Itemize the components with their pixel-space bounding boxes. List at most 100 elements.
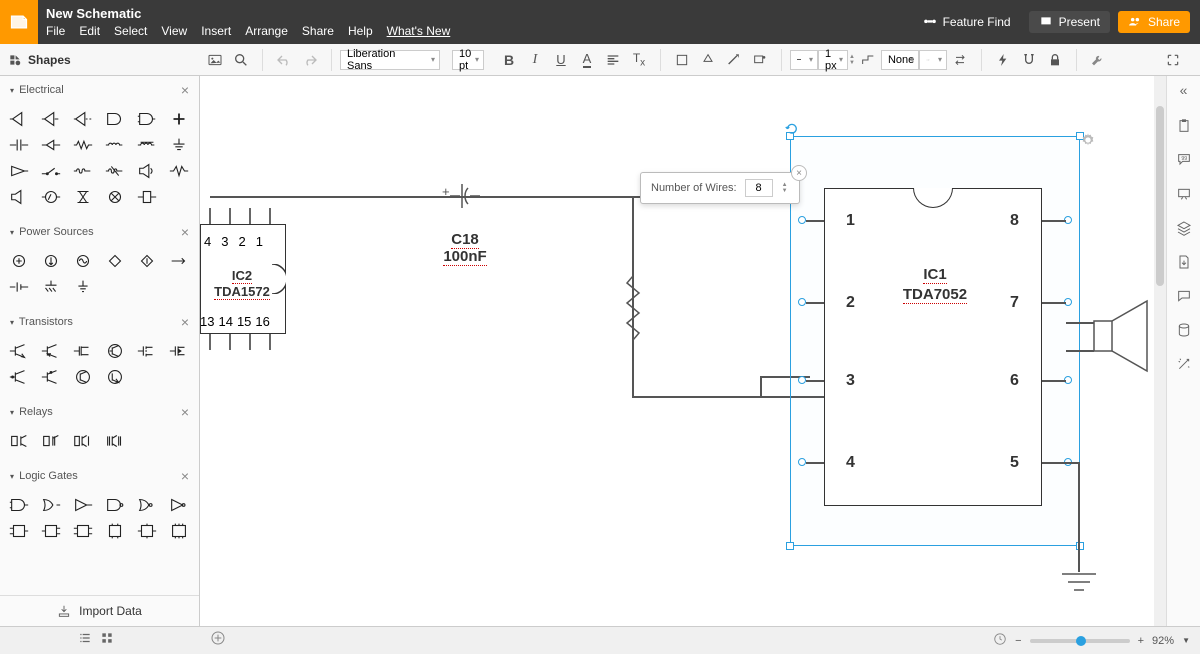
shape-fet4[interactable] <box>166 340 192 362</box>
shape-t6[interactable] <box>38 366 64 388</box>
shape-lg4[interactable] <box>102 494 128 516</box>
clear-format-button[interactable]: Tx <box>626 47 652 73</box>
import-data-button[interactable]: Import Data <box>0 595 199 626</box>
speaker-shape[interactable] <box>1092 296 1162 376</box>
shape-t7[interactable] <box>70 366 96 388</box>
search-button[interactable] <box>228 47 254 73</box>
share-button[interactable]: Share <box>1118 11 1190 33</box>
font-combo[interactable]: Liberation Sans <box>340 50 440 70</box>
underline-button[interactable]: U <box>548 47 574 73</box>
insert-image-button[interactable] <box>202 47 228 73</box>
redo-button[interactable] <box>297 47 323 73</box>
document-title[interactable]: New Schematic <box>46 6 913 22</box>
shape-fet1[interactable] <box>70 340 96 362</box>
line-route-button[interactable] <box>855 47 881 73</box>
rail-page-icon[interactable] <box>1172 250 1196 274</box>
rail-magic-icon[interactable] <box>1172 352 1196 376</box>
shape-coil2[interactable] <box>102 160 128 182</box>
menu-arrange[interactable]: Arrange <box>245 24 288 38</box>
shape-ind2[interactable] <box>134 134 160 156</box>
shape-box3[interactable] <box>70 520 96 542</box>
shape-cap[interactable] <box>6 134 32 156</box>
shape-amp3[interactable] <box>70 108 96 130</box>
close-icon[interactable]: × <box>181 82 189 98</box>
shape-box2[interactable] <box>38 520 64 542</box>
app-logo-icon[interactable] <box>0 0 38 44</box>
shape-ac[interactable] <box>70 250 96 272</box>
shape-plus[interactable] <box>166 108 192 130</box>
close-icon[interactable]: × <box>181 404 189 420</box>
shape-npn[interactable] <box>6 340 32 362</box>
shape-meter[interactable] <box>38 186 64 208</box>
shape-pnp[interactable] <box>38 340 64 362</box>
shape-coil[interactable] <box>70 160 96 182</box>
present-button[interactable]: Present <box>1029 11 1110 33</box>
shape-x[interactable] <box>70 186 96 208</box>
collapse-rail[interactable]: « <box>1180 82 1188 98</box>
shape-lg6[interactable] <box>166 494 192 516</box>
rail-clipboard-icon[interactable] <box>1172 114 1196 138</box>
vscrollbar[interactable] <box>1154 76 1166 626</box>
shape-batt2[interactable] <box>6 276 32 298</box>
zoom-out[interactable]: − <box>1015 635 1021 647</box>
zoom-slider[interactable] <box>1030 639 1130 643</box>
lock-button[interactable] <box>1042 47 1068 73</box>
shape-arrow[interactable] <box>166 250 192 272</box>
shape-box5[interactable] <box>134 520 160 542</box>
shape-r3[interactable] <box>70 430 96 452</box>
lightning-button[interactable] <box>990 47 1016 73</box>
menu-select[interactable]: Select <box>114 24 147 38</box>
cat-power[interactable]: ▾ Power Sources× <box>0 218 199 246</box>
shape-and2[interactable] <box>134 108 160 130</box>
feature-find-button[interactable]: Feature Find <box>913 11 1021 33</box>
wires-input[interactable] <box>745 179 773 197</box>
close-icon[interactable]: × <box>181 224 189 240</box>
italic-button[interactable]: I <box>522 47 548 73</box>
shape-isrc[interactable] <box>38 250 64 272</box>
cat-trans[interactable]: ▾ Transistors× <box>0 308 199 336</box>
shape-sw[interactable] <box>38 160 64 182</box>
shape-res[interactable] <box>70 134 96 156</box>
shape-batt[interactable] <box>134 186 160 208</box>
rail-comment-icon[interactable]: 99 <box>1172 148 1196 172</box>
font-size-combo[interactable]: 10 pt <box>452 50 484 70</box>
undo-button[interactable] <box>271 47 297 73</box>
cat-relays[interactable]: ▾ Relays× <box>0 398 199 426</box>
shape-lamp[interactable] <box>102 186 128 208</box>
wires-down[interactable]: ▼ <box>782 188 788 194</box>
gear-icon[interactable] <box>1080 132 1096 153</box>
shape-diode[interactable] <box>38 134 64 156</box>
fullscreen-button[interactable] <box>1160 47 1186 73</box>
shape-spk2[interactable] <box>6 186 32 208</box>
menu-insert[interactable]: Insert <box>201 24 231 38</box>
arrow-end-combo[interactable] <box>919 50 947 70</box>
view-list-icon[interactable] <box>78 631 92 650</box>
canvas[interactable]: + C18 100nF 4321 13141516 IC2 TDA1572 <box>200 76 1166 626</box>
rail-data-icon[interactable] <box>1172 318 1196 342</box>
shape-gnd2[interactable] <box>38 276 64 298</box>
shape-amp1[interactable] <box>6 108 32 130</box>
align-button[interactable] <box>600 47 626 73</box>
shape-amp2[interactable] <box>38 108 64 130</box>
magnet-button[interactable] <box>1016 47 1042 73</box>
shape-box6[interactable] <box>166 520 192 542</box>
shape-r1[interactable] <box>6 430 32 452</box>
swap-arrows-button[interactable] <box>947 47 973 73</box>
shape-gnd3[interactable] <box>70 276 96 298</box>
shape-vsrc[interactable] <box>6 250 32 272</box>
menu-edit[interactable]: Edit <box>79 24 100 38</box>
shape-t8[interactable] <box>102 366 128 388</box>
cat-electrical[interactable]: ▾ Electrical× <box>0 76 199 104</box>
sync-icon[interactable] <box>993 632 1007 649</box>
menu-share[interactable]: Share <box>302 24 334 38</box>
shape-fill-button[interactable] <box>695 47 721 73</box>
shape-lg1[interactable] <box>6 494 32 516</box>
fill-button[interactable] <box>669 47 695 73</box>
shape-fet2[interactable] <box>102 340 128 362</box>
shape-r2[interactable] <box>38 430 64 452</box>
line-width-combo[interactable]: 1 px <box>818 50 848 70</box>
zoom-level[interactable]: 92% <box>1152 635 1174 647</box>
menu-file[interactable]: File <box>46 24 65 38</box>
shape-gnd[interactable] <box>166 134 192 156</box>
text-color-button[interactable]: A <box>574 47 600 73</box>
